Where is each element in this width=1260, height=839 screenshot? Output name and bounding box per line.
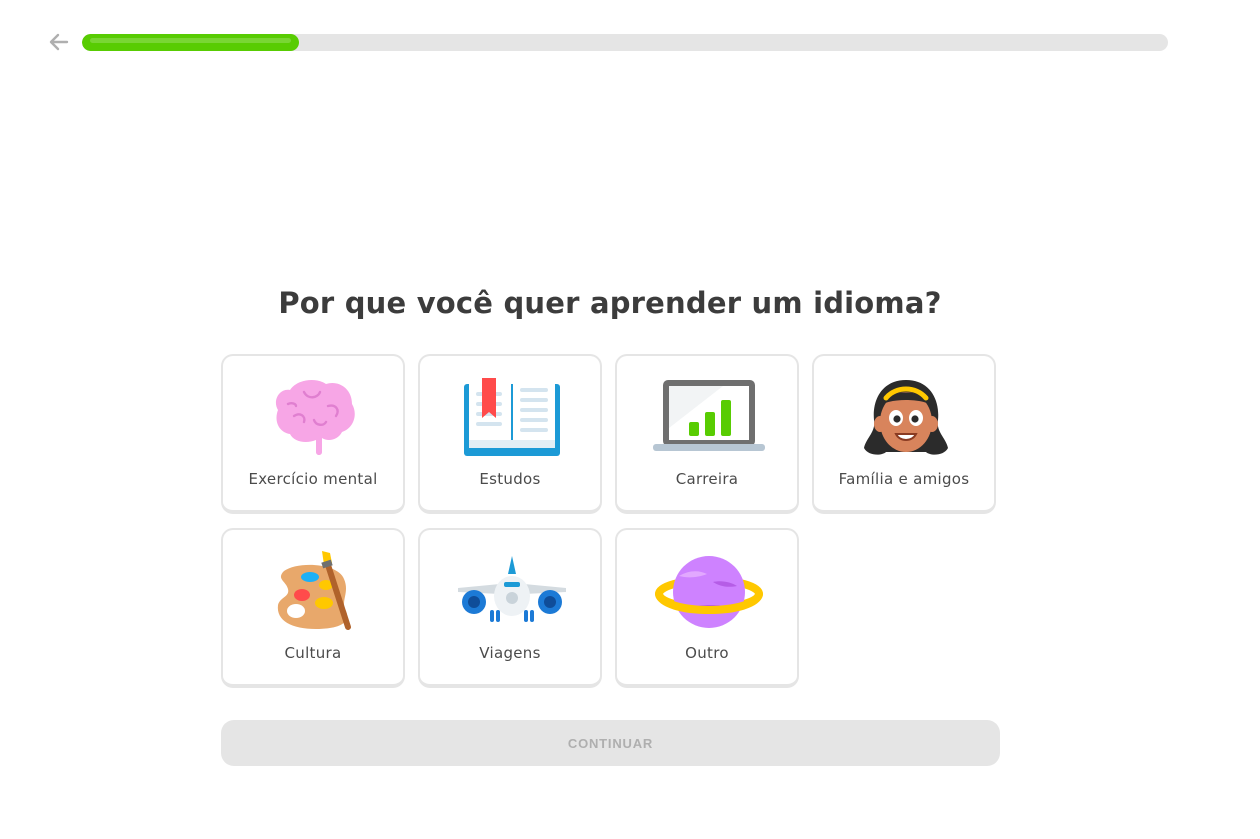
top-bar — [0, 0, 1260, 90]
option-label: Outro — [685, 644, 729, 662]
progress-shine — [90, 38, 291, 43]
option-family-friends[interactable]: Família e amigos — [812, 354, 996, 514]
option-label: Cultura — [284, 644, 342, 662]
option-career[interactable]: Carreira — [615, 354, 799, 514]
woman-icon — [864, 380, 948, 455]
question-title: Por que você quer aprender um idioma? — [278, 286, 942, 320]
option-culture[interactable]: Cultura — [221, 528, 405, 688]
option-label: Viagens — [479, 644, 541, 662]
palette-icon — [277, 551, 351, 630]
option-label: Família e amigos — [838, 470, 970, 488]
brain-icon — [275, 380, 355, 455]
option-label: Carreira — [675, 470, 739, 488]
progress-bar — [82, 34, 1168, 51]
back-button[interactable] — [46, 29, 72, 55]
arrow-left-icon — [49, 33, 69, 51]
laptop-chart-icon — [653, 380, 765, 451]
option-studies[interactable]: Estudos — [418, 354, 602, 514]
option-label: Estudos — [479, 470, 541, 488]
option-label: Exercício mental — [248, 470, 378, 488]
option-travel[interactable]: Viagens — [418, 528, 602, 688]
book-icon — [464, 378, 560, 456]
airplane-icon — [458, 556, 566, 622]
option-other[interactable]: Outro — [615, 528, 799, 688]
continue-button[interactable]: CONTINUAR — [221, 720, 1000, 766]
option-mental-exercise[interactable]: Exercício mental — [221, 354, 405, 514]
planet-icon — [655, 556, 763, 628]
